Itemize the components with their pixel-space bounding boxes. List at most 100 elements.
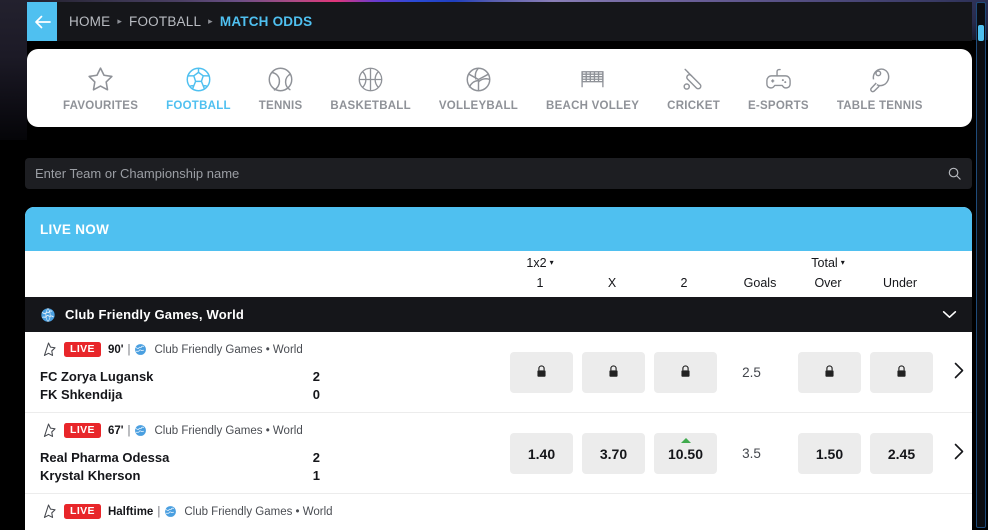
- match-odds: 2.5: [492, 332, 972, 413]
- status-badge: LIVE: [64, 504, 101, 519]
- chevron-right-icon[interactable]: [954, 443, 964, 460]
- odd-button-1[interactable]: [510, 352, 573, 393]
- breadcrumb-item-football[interactable]: FOOTBALL: [129, 14, 201, 29]
- sport-tab-volleyball[interactable]: VOLLEYBALL: [425, 64, 532, 112]
- home-team-row: Real Pharma Odessa 2: [40, 449, 320, 467]
- cricket-bat-icon: [679, 64, 708, 94]
- globe-icon: [164, 505, 177, 518]
- market-total-label: Total: [811, 256, 838, 270]
- meta-separator: |: [127, 343, 131, 356]
- arrow-left-icon: [34, 15, 51, 29]
- sport-tab-cricket[interactable]: CRICKET: [653, 64, 734, 112]
- market-1x2-label: 1x2: [526, 256, 547, 270]
- chevron-down-icon: ▾: [840, 258, 845, 267]
- meta-separator: |: [127, 424, 131, 437]
- match-league: Club Friendly Games • World: [154, 343, 303, 356]
- goals-line-value: 2.5: [742, 365, 761, 380]
- table-row[interactable]: LIVE Halftime | Club Friendly Games • Wo…: [25, 494, 972, 530]
- breadcrumb-item-match-odds[interactable]: MATCH ODDS: [220, 14, 313, 29]
- odd-button-x[interactable]: 3.70: [582, 433, 645, 474]
- sport-tab-label: TABLE TENNIS: [836, 100, 923, 112]
- market-selector-1x2[interactable]: 1x2 ▾: [526, 256, 553, 270]
- lock-icon: [680, 364, 691, 381]
- home-team-score: 2: [312, 450, 320, 465]
- away-team-row: Krystal Kherson 1: [40, 467, 320, 485]
- sport-tab-favourites[interactable]: FAVOURITES: [49, 64, 152, 112]
- breadcrumb: HOME ▸ FOOTBALL ▸ MATCH ODDS: [57, 14, 312, 29]
- home-team-name: FC Zorya Lugansk: [40, 369, 154, 384]
- lock-icon: [608, 364, 619, 381]
- sport-tab-football[interactable]: FOOTBALL: [152, 64, 245, 112]
- match-meta: LIVE 67' | Club Friendly Games • World: [40, 413, 320, 443]
- sport-tab-label: FOOTBALL: [166, 100, 231, 112]
- match-time: 67': [107, 424, 124, 437]
- odds-up-arrow-icon: [680, 438, 691, 443]
- favourite-star-icon[interactable]: [40, 341, 57, 358]
- odd-value: 1.40: [527, 445, 556, 462]
- column-label-2: 2: [680, 276, 688, 290]
- sport-tab-label: CRICKET: [667, 100, 721, 112]
- chevron-down-icon[interactable]: [942, 310, 957, 319]
- background-texture: [0, 0, 27, 140]
- odd-button-over[interactable]: 1.50: [798, 433, 861, 474]
- sport-tab-label: E-SPORTS: [748, 100, 809, 112]
- match-time: Halftime: [107, 505, 154, 518]
- table-row[interactable]: LIVE 67' | Club Friendly Games • World R…: [25, 413, 972, 494]
- odd-button-under[interactable]: [870, 352, 933, 393]
- vertical-scrollbar[interactable]: [976, 2, 986, 528]
- favourite-star-icon[interactable]: [40, 503, 57, 520]
- away-team-name: Krystal Kherson: [40, 468, 141, 483]
- sport-tab-label: BEACH VOLLEY: [546, 100, 640, 112]
- match-meta: LIVE Halftime | Club Friendly Games • Wo…: [40, 494, 333, 524]
- volleyball-icon: [464, 64, 493, 94]
- odd-button-2[interactable]: [654, 352, 717, 393]
- match-info: LIVE 90' | Club Friendly Games • World F…: [40, 332, 320, 404]
- chevron-right-icon[interactable]: [954, 362, 964, 379]
- column-label-over: Over: [814, 276, 842, 290]
- league-header[interactable]: Club Friendly Games, World: [25, 297, 972, 332]
- match-odds: 1.40 3.70 10.50 3.5 1.50 2.45: [492, 413, 972, 494]
- globe-icon: [134, 424, 147, 437]
- live-now-header: LIVE NOW: [25, 207, 972, 251]
- breadcrumb-bar: HOME ▸ FOOTBALL ▸ MATCH ODDS: [27, 2, 972, 41]
- table-tennis-paddle-icon: [865, 64, 894, 94]
- odd-button-x[interactable]: [582, 352, 645, 393]
- sport-tab-label: FAVOURITES: [63, 100, 139, 112]
- column-header-under: Under: [852, 251, 948, 297]
- scrollbar-thumb[interactable]: [978, 25, 984, 41]
- meta-separator: |: [157, 505, 161, 518]
- basketball-icon: [356, 64, 385, 94]
- odd-button-2[interactable]: 10.50: [654, 433, 717, 474]
- table-row[interactable]: LIVE 90' | Club Friendly Games • World F…: [25, 332, 972, 413]
- search-bar[interactable]: [25, 158, 972, 189]
- sport-tab-e-sports[interactable]: E-SPORTS: [734, 64, 823, 112]
- away-team-row: FK Shkendija 0: [40, 386, 320, 404]
- market-selector-total[interactable]: Total ▾: [811, 256, 844, 270]
- sport-tab-basketball[interactable]: BASKETBALL: [316, 64, 424, 112]
- odd-value: 2.45: [887, 445, 916, 462]
- sport-tab-table-tennis[interactable]: TABLE TENNIS: [823, 64, 937, 112]
- chevron-down-icon: ▾: [549, 258, 554, 267]
- status-badge: LIVE: [64, 342, 101, 357]
- odd-button-over[interactable]: [798, 352, 861, 393]
- match-info: LIVE Halftime | Club Friendly Games • Wo…: [40, 494, 333, 524]
- breadcrumb-item-home[interactable]: HOME: [69, 14, 110, 29]
- search-input[interactable]: [35, 166, 947, 181]
- match-time: 90': [107, 343, 124, 356]
- sport-tab-label: TENNIS: [258, 100, 303, 112]
- app-root: HOME ▸ FOOTBALL ▸ MATCH ODDS FAVOURITES: [0, 0, 988, 530]
- sport-tab-beach-volley[interactable]: BEACH VOLLEY: [532, 64, 653, 112]
- back-button[interactable]: [27, 2, 57, 41]
- lock-icon: [896, 364, 907, 381]
- search-icon[interactable]: [947, 166, 962, 181]
- column-label-1: 1: [536, 276, 544, 290]
- odd-button-1[interactable]: 1.40: [510, 433, 573, 474]
- odds-column-headers: 1x2 ▾ 1 X 2 Goals Total ▾ Over Under: [25, 251, 972, 297]
- league-name: Club Friendly Games, World: [65, 307, 245, 322]
- column-label-under: Under: [882, 276, 918, 290]
- status-badge: LIVE: [64, 423, 101, 438]
- gamepad-icon: [764, 64, 793, 94]
- favourite-star-icon[interactable]: [40, 422, 57, 439]
- sport-tab-tennis[interactable]: TENNIS: [245, 64, 317, 112]
- odd-button-under[interactable]: 2.45: [870, 433, 933, 474]
